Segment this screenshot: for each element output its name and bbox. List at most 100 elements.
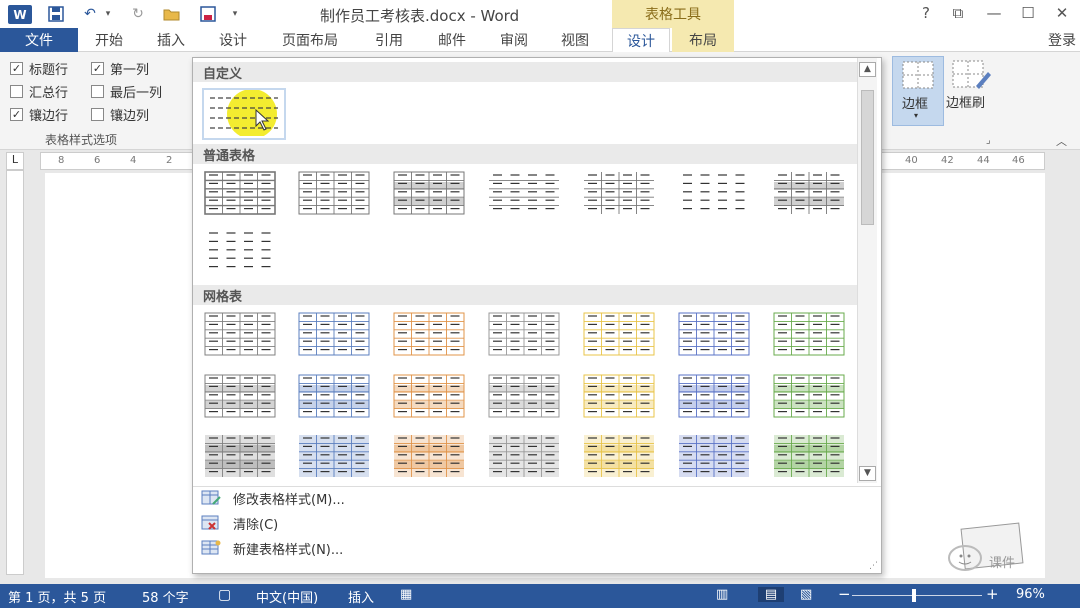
maximize-button[interactable]: ☐ — [1014, 4, 1042, 24]
modify-table-style-menu-item[interactable]: 修改表格样式(M)... — [193, 486, 858, 510]
open-folder-icon[interactable] — [160, 4, 184, 24]
zoom-level[interactable]: 96% — [1016, 587, 1045, 602]
first-column-option[interactable]: ✓ 第一列 — [91, 59, 149, 78]
redo-icon[interactable]: ↻ — [126, 4, 150, 24]
macro-recording-icon[interactable]: ▦ — [400, 587, 412, 602]
header-row-checkbox[interactable]: ✓ — [10, 62, 23, 75]
tab-view[interactable]: 视图 — [561, 28, 589, 52]
ruler-tick: 42 — [941, 155, 954, 166]
minimize-button[interactable]: — — [980, 4, 1008, 24]
zoom-out-button[interactable]: − — [838, 585, 851, 603]
scroll-up-icon[interactable]: ▲ — [859, 62, 876, 77]
vertical-ruler[interactable] — [6, 170, 24, 575]
table-style-grid[interactable] — [677, 433, 751, 479]
table-style-grid[interactable] — [487, 373, 561, 419]
banded-rows-option[interactable]: ✓ 镶边行 — [10, 105, 68, 124]
clear-menu-item[interactable]: 清除(C) — [193, 511, 858, 535]
word-app-icon[interactable]: W — [8, 5, 32, 24]
total-row-label: 汇总行 — [29, 86, 69, 101]
table-style-grid[interactable] — [297, 433, 371, 479]
table-style-grid[interactable] — [297, 373, 371, 419]
save-icon[interactable] — [44, 4, 68, 24]
table-style-options-group-label: 表格样式选项 — [45, 133, 118, 147]
table-style-grid[interactable] — [203, 433, 277, 479]
new-table-style-menu-item[interactable]: 新建表格样式(N)... — [193, 536, 858, 560]
banded-rows-label: 镶边行 — [29, 109, 69, 124]
table-style-grid[interactable] — [392, 373, 466, 419]
page-count[interactable]: 第 1 页，共 5 页 — [8, 587, 106, 606]
save-as-icon[interactable] — [196, 4, 220, 24]
total-row-option[interactable]: 汇总行 — [10, 82, 68, 101]
table-style-grid[interactable] — [297, 311, 371, 357]
table-style-plain[interactable] — [297, 170, 371, 216]
resize-grip-icon[interactable]: ⋰ — [869, 561, 878, 571]
zoom-slider[interactable] — [852, 595, 982, 596]
table-style-plain[interactable] — [392, 170, 466, 216]
print-layout-icon[interactable]: ▤ — [758, 587, 784, 602]
tab-review[interactable]: 审阅 — [500, 28, 528, 52]
table-style-grid[interactable] — [392, 433, 466, 479]
table-style-grid[interactable] — [772, 433, 846, 479]
table-style-plain[interactable] — [203, 228, 277, 274]
banded-columns-checkbox[interactable] — [91, 108, 104, 121]
table-style-plain[interactable] — [582, 170, 656, 216]
last-column-option[interactable]: 最后一列 — [91, 82, 162, 101]
first-column-checkbox[interactable]: ✓ — [91, 62, 104, 75]
table-style-grid[interactable] — [487, 433, 561, 479]
banded-columns-option[interactable]: 镶边列 — [91, 105, 149, 124]
tab-selector[interactable]: L — [6, 152, 24, 170]
table-style-grid[interactable] — [582, 311, 656, 357]
table-style-grid[interactable] — [203, 373, 277, 419]
table-style-custom[interactable] — [202, 88, 286, 140]
help-button[interactable]: ? — [912, 4, 940, 24]
scrollbar-thumb[interactable] — [861, 90, 874, 225]
table-style-grid[interactable] — [677, 373, 751, 419]
tab-references[interactable]: 引用 — [375, 28, 403, 52]
customize-toolbar-icon[interactable]: ▾ — [228, 4, 242, 24]
table-style-grid[interactable] — [772, 373, 846, 419]
tab-design-doc[interactable]: 设计 — [219, 28, 247, 52]
table-style-grid[interactable] — [392, 311, 466, 357]
table-style-grid[interactable] — [677, 311, 751, 357]
tab-table-layout[interactable]: 布局 — [672, 28, 734, 52]
table-style-plain[interactable] — [487, 170, 561, 216]
proofing-icon[interactable]: ▢ — [218, 587, 231, 603]
last-column-checkbox[interactable] — [91, 85, 104, 98]
table-style-plain[interactable] — [677, 170, 751, 216]
tab-file[interactable]: 文件 — [0, 28, 78, 52]
borders-button[interactable]: 边框 ▾ — [892, 56, 944, 126]
table-style-preview — [678, 312, 750, 356]
language-indicator[interactable]: 中文(中国) — [256, 587, 318, 606]
sign-in-link[interactable]: 登录 — [1048, 28, 1076, 52]
tab-home[interactable]: 开始 — [95, 28, 123, 52]
ruler-tick: 4 — [130, 155, 137, 166]
ribbon-display-options-button[interactable]: ⧉ — [944, 4, 972, 24]
close-button[interactable]: ✕ — [1048, 4, 1076, 24]
dialog-launcher-icon[interactable]: ⌟ — [986, 135, 991, 146]
table-style-grid[interactable] — [582, 373, 656, 419]
banded-rows-checkbox[interactable]: ✓ — [10, 108, 23, 121]
total-row-checkbox[interactable] — [10, 85, 23, 98]
table-style-grid[interactable] — [582, 433, 656, 479]
web-layout-icon[interactable]: ▧ — [800, 587, 812, 602]
tab-page-layout[interactable]: 页面布局 — [282, 28, 338, 52]
table-style-grid[interactable] — [203, 311, 277, 357]
header-row-option[interactable]: ✓ 标题行 — [10, 59, 68, 78]
tab-mailings[interactable]: 邮件 — [438, 28, 466, 52]
read-mode-icon[interactable]: ▥ — [716, 587, 728, 602]
zoom-in-button[interactable]: + — [986, 585, 999, 603]
border-painter-button[interactable]: 边框刷 — [946, 56, 996, 126]
table-style-plain[interactable] — [203, 170, 277, 216]
undo-dropdown-icon[interactable]: ▾ — [102, 4, 114, 24]
zoom-slider-thumb[interactable] — [912, 589, 916, 602]
word-count[interactable]: 58 个字 — [142, 587, 189, 606]
scroll-down-icon[interactable]: ▼ — [859, 466, 876, 481]
table-style-grid[interactable] — [772, 311, 846, 357]
table-style-grid[interactable] — [487, 311, 561, 357]
table-style-plain[interactable] — [772, 170, 846, 216]
insert-mode[interactable]: 插入 — [348, 587, 374, 606]
undo-icon[interactable]: ↶ — [78, 4, 102, 24]
collapse-ribbon-icon[interactable]: ︿ — [1056, 133, 1067, 149]
tab-insert[interactable]: 插入 — [157, 28, 185, 52]
tab-table-design[interactable]: 设计 — [612, 28, 670, 52]
